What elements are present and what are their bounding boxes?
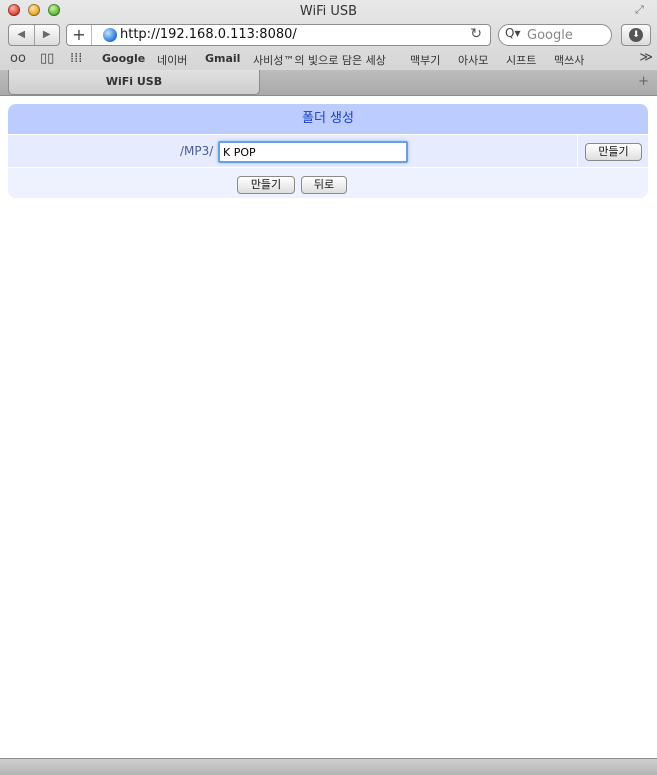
top-sites-icon[interactable]: ⁞⁞⁞: [70, 51, 82, 66]
reload-icon[interactable]: ↻: [470, 26, 482, 42]
title-bar: WiFi USB ⤢: [0, 0, 657, 22]
forward-button[interactable]: ▶: [35, 25, 60, 45]
downloads-button[interactable]: ⬇: [621, 24, 651, 46]
search-placeholder: Google: [527, 28, 573, 43]
bookmark-macbugi[interactable]: 맥부기: [410, 52, 440, 68]
add-bookmark-button[interactable]: +: [67, 25, 92, 45]
bookmark-macssa[interactable]: 맥쓰사: [554, 52, 584, 68]
bookmarks-icon[interactable]: ▯▯: [40, 51, 54, 66]
address-bar[interactable]: + http://192.168.0.113:8080/ ↻: [66, 24, 491, 46]
new-tab-button[interactable]: +: [638, 74, 649, 89]
make-button[interactable]: 만들기: [237, 176, 295, 194]
back-button-form[interactable]: 뒤로: [301, 176, 347, 194]
make-cell: 만들기: [577, 135, 648, 167]
back-forward-buttons: ◀ ▶: [8, 24, 60, 46]
back-button[interactable]: ◀: [9, 25, 35, 45]
reading-list-icon[interactable]: oo: [10, 51, 26, 66]
search-field[interactable]: Q▾ Google: [498, 24, 612, 46]
bookmark-gmail[interactable]: Gmail: [205, 52, 240, 65]
window-title: WiFi USB: [299, 4, 358, 19]
download-icon: ⬇: [629, 28, 643, 42]
folder-name-row: /MP3/ 만들기: [8, 134, 648, 167]
create-folder-panel: 폴더 생성 /MP3/ 만들기 만들기 뒤로: [8, 104, 648, 198]
bookmark-google[interactable]: Google: [102, 52, 145, 65]
actions-row: 만들기 뒤로: [8, 167, 648, 198]
tab-wifi-usb[interactable]: WiFi USB: [8, 70, 260, 95]
bookmarks-bar: oo ▯▯ ⁞⁞⁞ Google 네이버 Gmail 사비성™의 빛으로 담은 …: [0, 48, 657, 70]
tab-label: WiFi USB: [105, 75, 163, 88]
fullscreen-icon[interactable]: ⤢: [635, 3, 649, 17]
search-icon: Q▾: [505, 26, 521, 40]
browser-chrome: WiFi USB ⤢ ◀ ▶ + http://192.168.0.113:80…: [0, 0, 657, 96]
globe-icon: [103, 28, 117, 42]
tab-bar: WiFi USB +: [0, 70, 657, 95]
bookmark-sabisung[interactable]: 사비성™의 빛으로 담은 세상: [253, 52, 386, 68]
bookmark-asamo[interactable]: 아사모: [458, 52, 488, 68]
url-text[interactable]: http://192.168.0.113:8080/: [120, 27, 297, 42]
make-button-inline[interactable]: 만들기: [585, 143, 642, 161]
bookmark-shift[interactable]: 시프트: [506, 52, 536, 68]
path-label: /MP3/: [180, 144, 214, 158]
more-bookmarks-icon[interactable]: ≫: [639, 50, 653, 65]
panel-title: 폴더 생성: [8, 104, 648, 134]
folder-name-input[interactable]: [218, 141, 408, 163]
status-bar: [0, 758, 657, 775]
bookmark-naver[interactable]: 네이버: [157, 52, 187, 68]
navigation-bar: ◀ ▶ + http://192.168.0.113:8080/ ↻ Q▾ Go…: [0, 22, 657, 48]
